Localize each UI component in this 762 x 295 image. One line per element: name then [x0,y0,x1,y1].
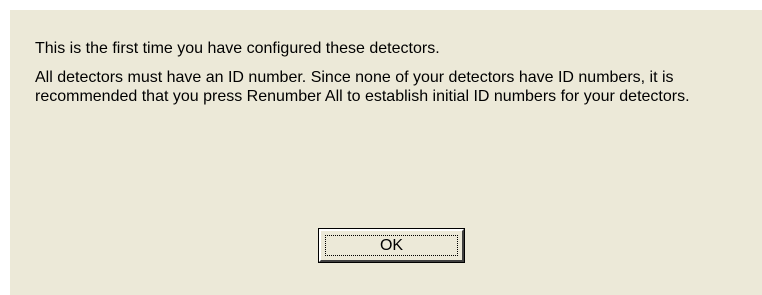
message-dialog: This is the first time you have configur… [10,10,762,295]
first-time-message: This is the first time you have configur… [35,40,440,57]
ok-button-label: OK [325,235,458,256]
id-number-message: All detectors must have an ID number. Si… [35,69,690,105]
ok-button[interactable]: OK [318,228,465,263]
